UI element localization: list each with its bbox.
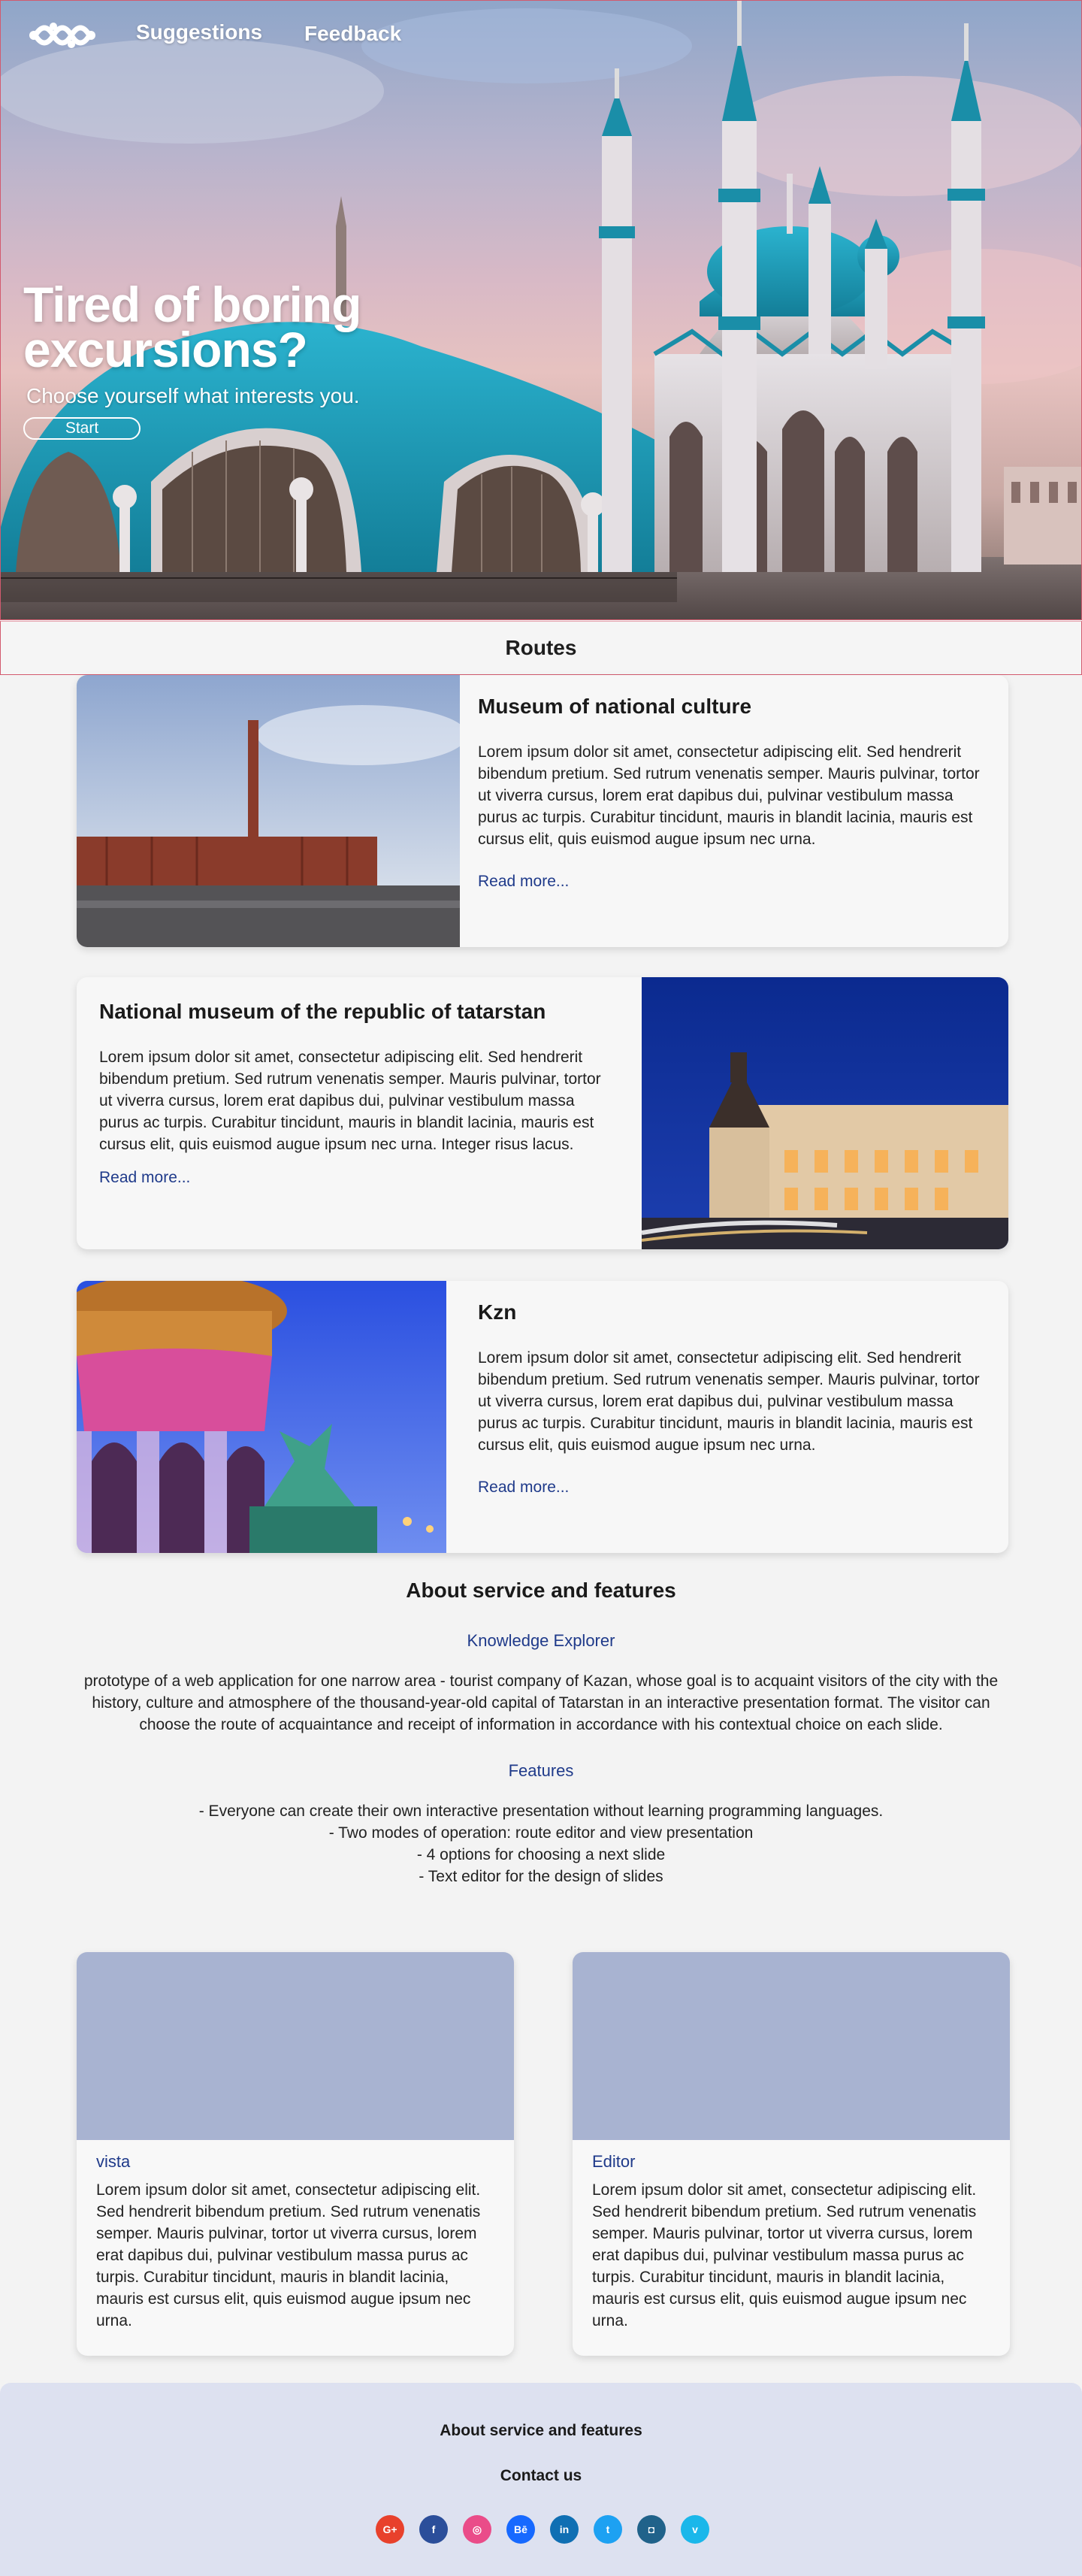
start-button[interactable]: Start [23,417,141,440]
features-title: Features [508,1761,574,1780]
feature-card-title: vista [96,2152,131,2171]
nav-link-feedback[interactable]: Feedback [304,22,401,46]
route-card-title: Kzn [478,1300,517,1324]
feature-item: - Everyone can create their own interact… [198,1803,884,1820]
feature-card-image-placeholder [77,1952,514,2140]
hero-subtitle: Choose yourself what interests you. [26,384,360,407]
route-card-kzn[interactable]: Kzn Lorem ipsum dolor sit amet, consecte… [77,1281,1008,1553]
route-card-description: Lorem ipsum dolor sit amet, consectetur … [99,1049,601,1153]
route-card-image [77,675,460,947]
route-card-text: National museum of the republic of tatar… [99,977,618,1187]
route-card-image [642,977,1008,1249]
route-card-description: Lorem ipsum dolor sit amet, consectetur … [478,1349,980,1454]
knowledge-explorer-title: Knowledge Explorer [467,1631,615,1650]
feature-card-body: vista Lorem ipsum dolor sit amet, consec… [77,2140,514,2332]
feature-item: - Two modes of operation: route editor a… [328,1824,754,1842]
dribbble-icon[interactable]: ◎ [463,2515,491,2544]
feature-card-vista[interactable]: vista Lorem ipsum dolor sit amet, consec… [77,1952,514,2356]
feature-card-text: Lorem ipsum dolor sit amet, consectetur … [96,2181,481,2329]
route-card-museum-of-national-culture[interactable]: Museum of national culture Lorem ipsum d… [77,675,1008,947]
route-card-text: Museum of national culture Lorem ipsum d… [478,675,989,891]
linkedin-icon[interactable]: in [550,2515,579,2544]
nav-link-suggestions[interactable]: Suggestions [136,20,262,44]
google-plus-icon[interactable]: G+ [376,2515,404,2544]
logo-icon[interactable] [26,13,98,58]
features-list: - Everyone can create their own interact… [75,1800,1007,1887]
route-card-image [77,1281,446,1553]
knowledge-explorer-text: prototype of a web application for one n… [83,1672,999,1733]
route-card-national-museum[interactable]: National museum of the republic of tatar… [77,977,1008,1249]
hero-title-line-2: excursions? [23,322,308,377]
hero-banner: Suggestions Feedback Tired of boring exc… [0,0,1082,620]
feature-card-image-placeholder [573,1952,1010,2140]
footer-about-link[interactable]: About service and features [0,2422,1082,2440]
facebook-icon[interactable]: f [419,2515,448,2544]
about-section: About service and features Knowledge Exp… [75,1579,1007,1887]
about-heading: About service and features [406,1579,676,1602]
feature-card-body: Editor Lorem ipsum dolor sit amet, conse… [573,2140,1010,2332]
read-more-link[interactable]: Read more... [99,1169,190,1187]
route-card-title: Museum of national culture [478,695,752,718]
route-card-text: Kzn Lorem ipsum dolor sit amet, consecte… [478,1281,989,1497]
routes-header: Routes [0,621,1082,675]
instagram-icon[interactable]: ◘ [637,2515,666,2544]
feature-item: - 4 options for choosing a next slide [416,1846,666,1863]
hero-title-line-1: Tired of boring [23,277,361,332]
footer-contact-link[interactable]: Contact us [0,2467,1082,2485]
twitter-icon[interactable]: t [594,2515,622,2544]
feature-item: - Text editor for the design of slides [419,1868,663,1885]
feature-card-editor[interactable]: Editor Lorem ipsum dolor sit amet, conse… [573,1952,1010,2356]
read-more-link[interactable]: Read more... [478,873,569,891]
route-card-description: Lorem ipsum dolor sit amet, consectetur … [478,743,980,848]
route-card-title: National museum of the republic of tatar… [99,1000,546,1023]
hero-title: Tired of boring excursions? [23,277,474,377]
footer: About service and features Contact us [0,2383,1082,2576]
routes-heading: Routes [505,636,577,659]
feature-card-title: Editor [592,2152,636,2171]
read-more-link[interactable]: Read more... [478,1479,569,1497]
feature-card-text: Lorem ipsum dolor sit amet, consectetur … [592,2181,977,2329]
behance-icon[interactable]: Bē [506,2515,535,2544]
vimeo-icon[interactable]: v [681,2515,709,2544]
